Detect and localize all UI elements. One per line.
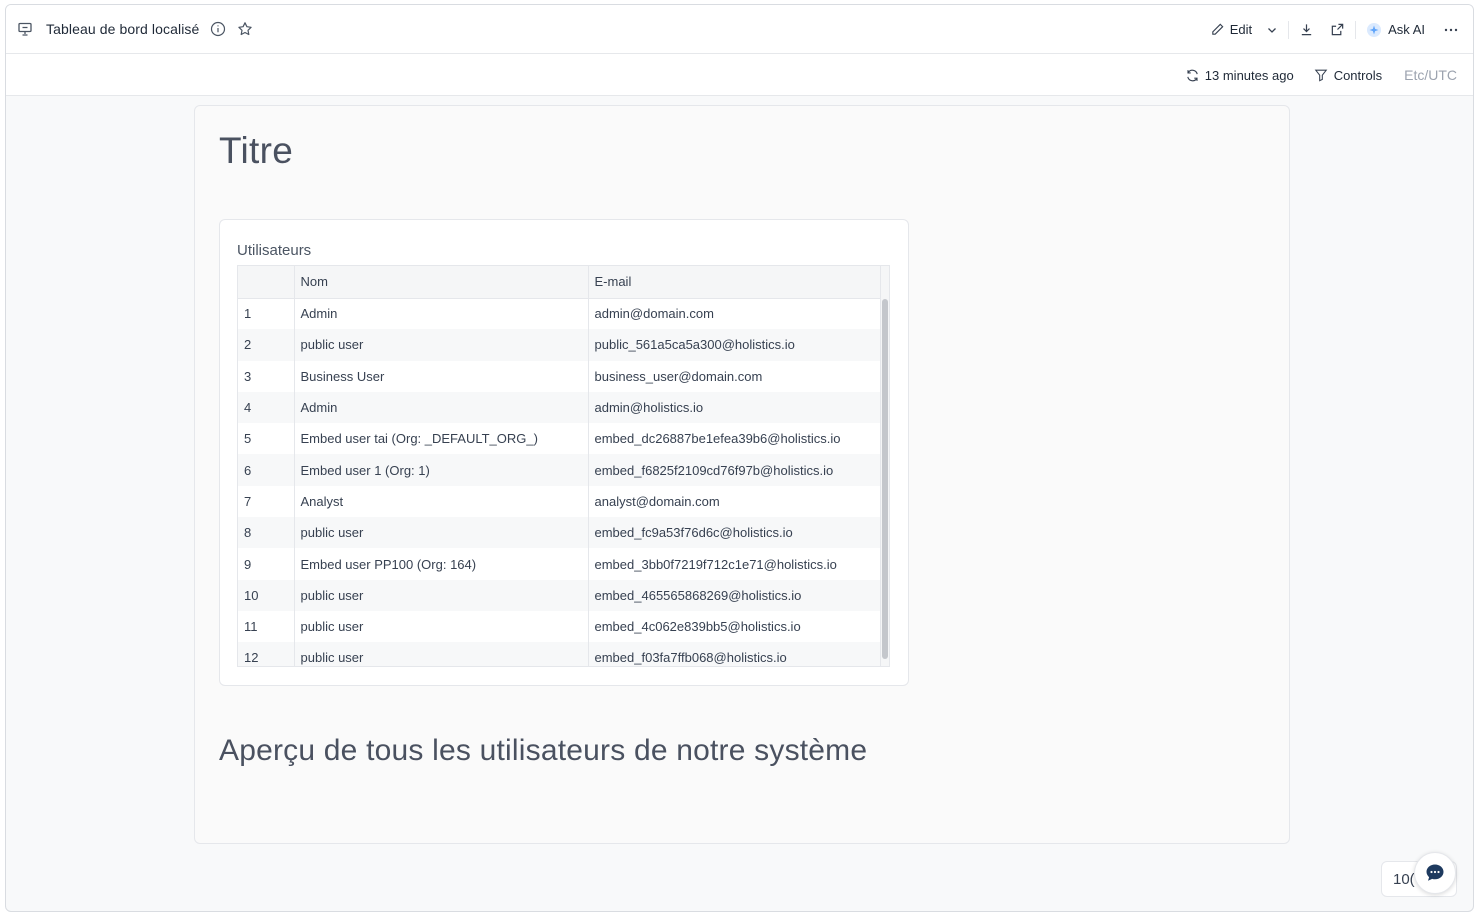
table-row[interactable]: 7 Analyst analyst@domain.com xyxy=(238,485,883,518)
text-block-title: Titre xyxy=(219,130,294,171)
email-cell: analyst@domain.com xyxy=(588,485,883,518)
controls-button[interactable]: Controls xyxy=(1314,68,1382,83)
name-cell: Business User xyxy=(294,360,589,392)
row-index-cell: 11 xyxy=(238,610,295,643)
name-cell: Embed user tai (Org: _DEFAULT_ORG_) xyxy=(294,423,589,455)
filter-icon xyxy=(1314,69,1328,82)
ai-sparkle-icon xyxy=(1367,22,1382,37)
email-cell: admin@holistics.io xyxy=(588,391,883,424)
row-index-cell: 9 xyxy=(238,548,295,580)
row-index-cell: 8 xyxy=(238,517,295,549)
name-cell: public user xyxy=(294,610,589,643)
chat-icon xyxy=(1426,864,1444,881)
name-cell: public user xyxy=(294,517,589,549)
widget-title: Utilisateurs xyxy=(237,242,312,259)
email-cell: embed_3bb0f7219f712c1e71@holistics.io xyxy=(588,548,883,580)
row-index-cell: 3 xyxy=(238,360,295,392)
name-cell: Admin xyxy=(294,298,589,330)
table-header-row: Nom E-mail xyxy=(238,266,883,299)
email-cell: public_561a5ca5a300@holistics.io xyxy=(588,329,883,361)
table-row[interactable]: 6 Embed user 1 (Org: 1) embed_f6825f2109cd… xyxy=(238,454,883,486)
table-row[interactable]: 1 Admin admin@domain.com xyxy=(238,298,883,330)
controls-label: Controls xyxy=(1333,67,1383,83)
row-index-cell: 6 xyxy=(238,454,295,486)
ask-ai-label: Ask AI xyxy=(1388,22,1425,37)
presentation-icon[interactable] xyxy=(17,21,33,37)
row-index-cell: 1 xyxy=(238,298,295,330)
name-cell: public user xyxy=(294,642,589,666)
share-icon[interactable] xyxy=(1330,22,1345,37)
table-row[interactable]: 3 Business User business_user@domain.com xyxy=(238,360,883,392)
divider xyxy=(1355,20,1357,39)
row-index-cell: 10 xyxy=(238,579,295,611)
table-row[interactable]: 12 public user embed_f03fa7ffb068@holistic… xyxy=(238,642,883,666)
timezone-button[interactable]: Etc/UTC xyxy=(1404,67,1457,83)
table-row[interactable]: 8 public user embed_fc9a53f76d6c@holistics… xyxy=(238,517,883,549)
table-scrollbar-thumb[interactable] xyxy=(882,299,888,659)
row-index-cell: 5 xyxy=(238,423,295,455)
data-table[interactable]: Nom E-mail 1 Admin admin@domain.com 2 public… xyxy=(237,265,890,667)
table-row[interactable]: 5 Embed user tai (Org: _DEFAULT_ORG_) embe… xyxy=(238,423,883,455)
email-cell: admin@domain.com xyxy=(588,298,883,330)
text-block-description: Aperçu de tous les utilisateurs de notre… xyxy=(219,734,868,767)
name-cell: Embed user 1 (Org: 1) xyxy=(294,454,589,486)
dashboard-title: Tableau de bord localisé xyxy=(46,21,200,37)
dashboard-toolbar: 13 minutes ago Controls Etc/UTC xyxy=(6,54,1473,96)
name-cell: Analyst xyxy=(294,485,589,518)
email-cell: embed_f03fa7ffb068@holistics.io xyxy=(588,642,883,666)
info-icon[interactable] xyxy=(210,21,226,37)
edit-button[interactable]: Edit xyxy=(1210,22,1252,37)
email-cell: embed_fc9a53f76d6c@holistics.io xyxy=(588,517,883,549)
name-cell: Admin xyxy=(294,391,589,424)
table-row[interactable]: 9 Embed user PP100 (Org: 164) embed_3bb0f7… xyxy=(238,548,883,580)
table-scrollbar-track[interactable] xyxy=(880,266,889,666)
table-row[interactable]: 10 public user embed_465565868269@holistic… xyxy=(238,579,883,611)
more-options-icon[interactable] xyxy=(1443,22,1459,38)
email-cell: embed_f6825f2109cd76f97b@holistics.io xyxy=(588,454,883,486)
dashboard-canvas: Titre Utilisateurs Nom E-mail 1 Admin admi… xyxy=(194,105,1290,844)
chevron-down-icon[interactable] xyxy=(1266,24,1278,36)
column-header-index[interactable] xyxy=(238,266,295,299)
download-icon[interactable] xyxy=(1299,22,1314,37)
table-row[interactable]: 2 public user public_561a5ca5a300@holistic… xyxy=(238,329,883,361)
refresh-button[interactable]: 13 minutes ago xyxy=(1185,68,1294,83)
dashboard-header: Tableau de bord localisé Edit Ask AI xyxy=(6,5,1473,54)
chat-support-button[interactable] xyxy=(1414,852,1456,894)
table-row[interactable]: 11 public user embed_4c062e839bb5@holistic… xyxy=(238,610,883,643)
ask-ai-button[interactable]: Ask AI xyxy=(1366,22,1425,38)
table-widget[interactable]: Utilisateurs Nom E-mail 1 Admin admin@doma… xyxy=(219,219,909,686)
table-row[interactable]: 4 Admin admin@holistics.io xyxy=(238,391,883,424)
refresh-icon xyxy=(1187,69,1198,81)
star-icon[interactable] xyxy=(237,21,253,37)
last-refreshed-label: 13 minutes ago xyxy=(1204,67,1294,83)
row-index-cell: 2 xyxy=(238,329,295,361)
name-cell: Embed user PP100 (Org: 164) xyxy=(294,548,589,580)
pencil-icon xyxy=(1211,23,1224,35)
name-cell: public user xyxy=(294,579,589,611)
column-header-email[interactable]: E-mail xyxy=(588,266,883,299)
column-header-nom[interactable]: Nom xyxy=(294,266,589,299)
row-index-cell: 7 xyxy=(238,485,295,518)
divider xyxy=(1288,20,1290,39)
dashboard-window: Tableau de bord localisé Edit Ask AI 13 … xyxy=(5,4,1474,912)
row-index-cell: 4 xyxy=(238,391,295,424)
email-cell: embed_4c062e839bb5@holistics.io xyxy=(588,610,883,643)
email-cell: embed_dc26887be1efea39b6@holistics.io xyxy=(588,423,883,455)
edit-label: Edit xyxy=(1229,22,1253,37)
name-cell: public user xyxy=(294,329,589,361)
row-index-cell: 12 xyxy=(238,642,295,666)
email-cell: business_user@domain.com xyxy=(588,360,883,392)
email-cell: embed_465565868269@holistics.io xyxy=(588,579,883,611)
